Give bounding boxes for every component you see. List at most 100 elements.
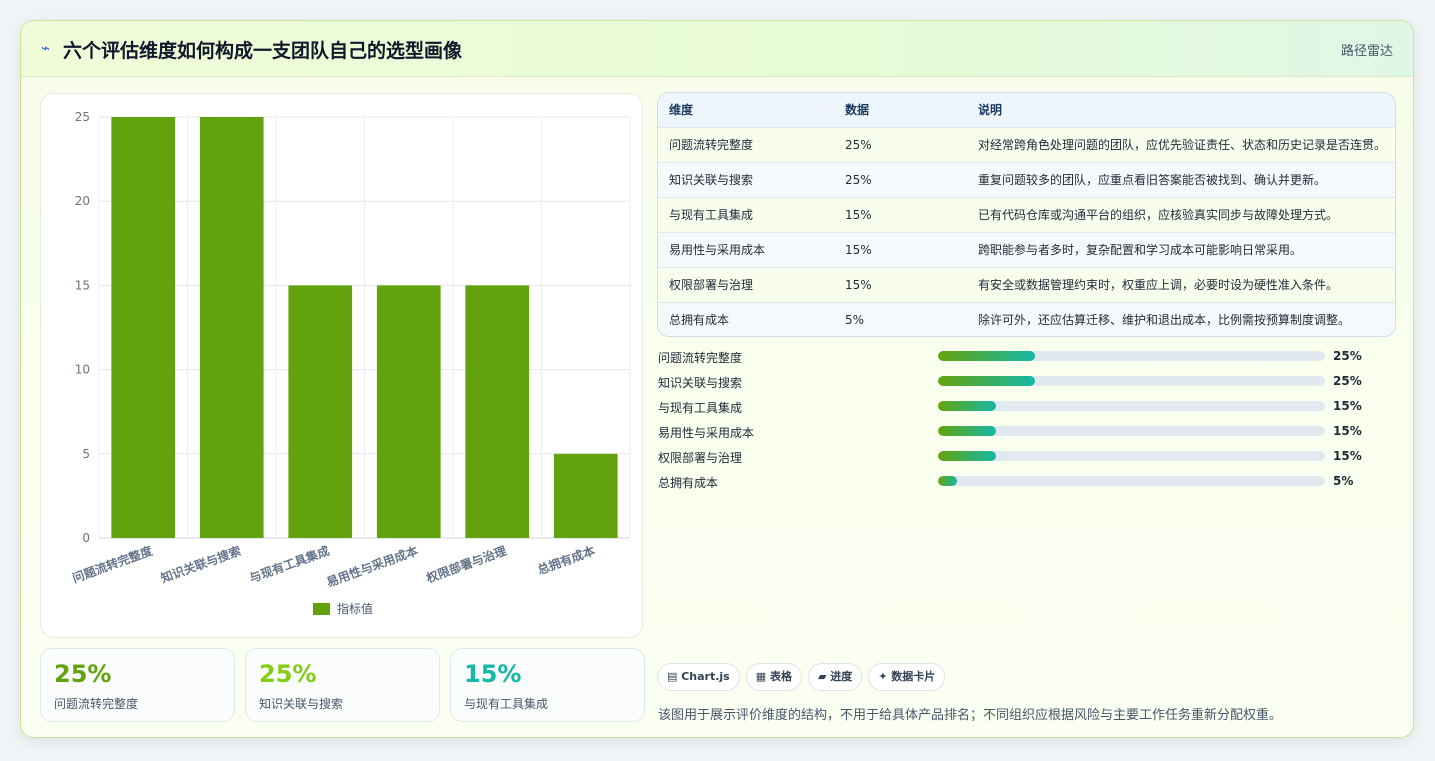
chart-line-icon: ⌁ (41, 39, 51, 57)
data-card-pill[interactable]: ✦ 数据卡片 (868, 663, 946, 691)
progress-track (938, 401, 1325, 411)
progress-row: 权限部署与治理 15% (658, 448, 1378, 473)
progress-track (938, 426, 1325, 436)
progress-value: 15% (1333, 399, 1362, 413)
table-cell-description: 重复问题较多的团队，应重点看旧答案能否被找到、确认并更新。 (978, 173, 1327, 187)
stat-label: 与现有工具集成 (464, 697, 549, 711)
table-row: 易用性与采用成本 15% 跨职能参与者多时，复杂配置和学习成本可能影响日常采用。 (658, 232, 1395, 267)
table-header-dimension: 维度 (669, 103, 694, 118)
table-cell-dimension: 总拥有成本 (669, 313, 730, 328)
table-cell-data: 25% (845, 137, 872, 152)
progress-fill (938, 426, 997, 436)
view-pills: ▤ Chart.js ▦ 表格 ▰ 进度 ✦ 数据卡片 (657, 663, 951, 691)
progress-row: 易用性与采用成本 15% (658, 423, 1378, 448)
table-cell-data: 5% (845, 312, 865, 327)
x-tick-label: 权限部署与治理 (423, 543, 508, 586)
progress-value: 15% (1333, 424, 1362, 438)
page-title: 六个评估维度如何构成一支团队自己的选型画像 (63, 40, 463, 62)
chartjs-pill[interactable]: ▤ Chart.js (657, 663, 740, 691)
table-header-description: 说明 (978, 103, 1003, 118)
x-tick-label: 问题流转完整度 (70, 542, 155, 585)
bar (465, 285, 530, 538)
y-tick-label: 15 (75, 278, 90, 292)
table-cell-dimension: 易用性与采用成本 (669, 243, 766, 257)
stat-card-2: 25% 知识关联与搜索 (245, 648, 440, 722)
x-tick-label: 与现有工具集成 (247, 543, 331, 586)
main-card: ⌁ 六个评估维度如何构成一支团队自己的选型画像 路径雷达 0 5 10 15 20 25 问… (20, 20, 1414, 738)
stat-card-1: 25% 问题流转完整度 (40, 648, 235, 722)
y-tick-label: 25 (75, 110, 90, 124)
x-tick-label: 总拥有成本 (535, 543, 597, 578)
table-cell-data: 15% (845, 207, 872, 222)
table-row: 知识关联与搜索 25% 重复问题较多的团队，应重点看旧答案能否被找到、确认并更新… (658, 162, 1395, 197)
progress-track (938, 351, 1325, 361)
progress-value: 15% (1333, 449, 1362, 463)
bar-chart: 0 5 10 15 20 25 问题流转完整度 知识关联与搜索 与现有工具集成易用性与采用成本权… (70, 110, 631, 616)
legend-swatch (313, 603, 330, 615)
footnote: 该图用于展示评价维度的结构，不用于给具体产品排名；不同组织应根据风险与主要工作任… (658, 708, 1283, 723)
bar (111, 117, 176, 538)
stat-card-3: 15% 与现有工具集成 (450, 648, 645, 722)
stat-label: 问题流转完整度 (54, 697, 139, 711)
stat-value: 25% (54, 660, 112, 688)
bar (199, 117, 264, 538)
table-cell-dimension: 知识关联与搜索 (669, 173, 754, 187)
table-row: 问题流转完整度 25% 对经常跨角色处理问题的团队，应优先验证责任、状态和历史记… (658, 127, 1395, 162)
y-tick-label: 10 (75, 363, 90, 377)
table-header-data: 数据 (845, 103, 870, 118)
bar (376, 285, 441, 538)
progress-label: 问题流转完整度 (658, 351, 743, 365)
progress-label: 易用性与采用成本 (658, 426, 755, 440)
progress-pill[interactable]: ▰ 进度 (807, 663, 863, 691)
table-cell-description: 对经常跨角色处理问题的团队，应优先验证责任、状态和历史记录是否连贯。 (978, 138, 1387, 152)
progress-track (938, 451, 1325, 461)
progress-label: 总拥有成本 (658, 476, 719, 490)
progress-value: 5% (1333, 474, 1354, 488)
stat-value: 25% (259, 660, 317, 688)
progress-row: 问题流转完整度 25% (658, 348, 1378, 373)
header-right-label: 路径雷达 (1340, 44, 1393, 59)
progress-value: 25% (1333, 349, 1362, 363)
table-cell-data: 25% (845, 172, 872, 187)
table-cell-description: 有安全或数据管理约束时，权重应上调，必要时设为硬性准入条件。 (978, 278, 1339, 292)
legend-label: 指标值 (337, 601, 373, 616)
table-cell-dimension: 问题流转完整度 (669, 138, 754, 152)
progress-fill (938, 476, 958, 486)
progress-row: 总拥有成本 5% (658, 473, 1378, 498)
table-cell-data: 15% (845, 277, 872, 292)
card-header: ⌁ 六个评估维度如何构成一支团队自己的选型画像 路径雷达 (21, 21, 1413, 77)
table-cell-description: 跨职能参与者多时，复杂配置和学习成本可能影响日常采用。 (978, 243, 1303, 257)
x-tick-label: 知识关联与搜索 (158, 543, 243, 586)
progress-fill (938, 401, 997, 411)
bar (288, 285, 353, 538)
progress-row: 与现有工具集成 15% (658, 398, 1378, 423)
y-tick-label: 5 (82, 447, 90, 461)
progress-row: 知识关联与搜索 25% (658, 373, 1378, 398)
table-cell-description: 已有代码仓库或沟通平台的组织，应核验真实同步与故障处理方式。 (978, 208, 1339, 222)
weights-table: 维度 数据 说明 问题流转完整度 25% 对经常跨角色处理问题的团队，应优先验证… (657, 92, 1396, 337)
x-tick-label: 易用性与采用成本 (324, 543, 419, 590)
progress-track (938, 476, 1325, 486)
table-cell-dimension: 与现有工具集成 (669, 208, 754, 222)
table-pill[interactable]: ▦ 表格 (745, 663, 802, 691)
stat-label: 知识关联与搜索 (259, 697, 344, 711)
progress-value: 25% (1333, 374, 1362, 388)
progress-label: 权限部署与治理 (658, 451, 743, 465)
progress-label: 知识关联与搜索 (658, 376, 743, 390)
table-row: 总拥有成本 5% 除许可外，还应估算迁移、维护和退出成本，比例需按预算制度调整。 (658, 302, 1395, 336)
table-cell-description: 除许可外，还应估算迁移、维护和退出成本，比例需按预算制度调整。 (978, 313, 1351, 328)
progress-label: 与现有工具集成 (658, 401, 743, 415)
progress-track (938, 376, 1325, 386)
table-row: 权限部署与治理 15% 有安全或数据管理约束时，权重应上调，必要时设为硬性准入条… (658, 267, 1395, 302)
progress-fill (938, 376, 1035, 386)
y-tick-label: 0 (82, 531, 90, 545)
bar-chart-panel: 0 5 10 15 20 25 问题流转完整度 知识关联与搜索 与现有工具集成 易用性与采用成本权… (40, 93, 643, 638)
stat-value: 15% (464, 660, 522, 688)
y-tick-label: 20 (75, 194, 90, 208)
table-cell-data: 15% (845, 242, 872, 257)
progress-fill (938, 351, 1035, 361)
table-header-row: 维度 数据 说明 (658, 93, 1395, 127)
table-row: 与现有工具集成 15% 已有代码仓库或沟通平台的组织，应核验真实同步与故障处理方… (658, 197, 1395, 232)
bar (553, 453, 618, 538)
progress-list: 问题流转完整度 25% 知识关联与搜索 25% 与现有工具集成 15% 易用性与… (658, 348, 1378, 498)
